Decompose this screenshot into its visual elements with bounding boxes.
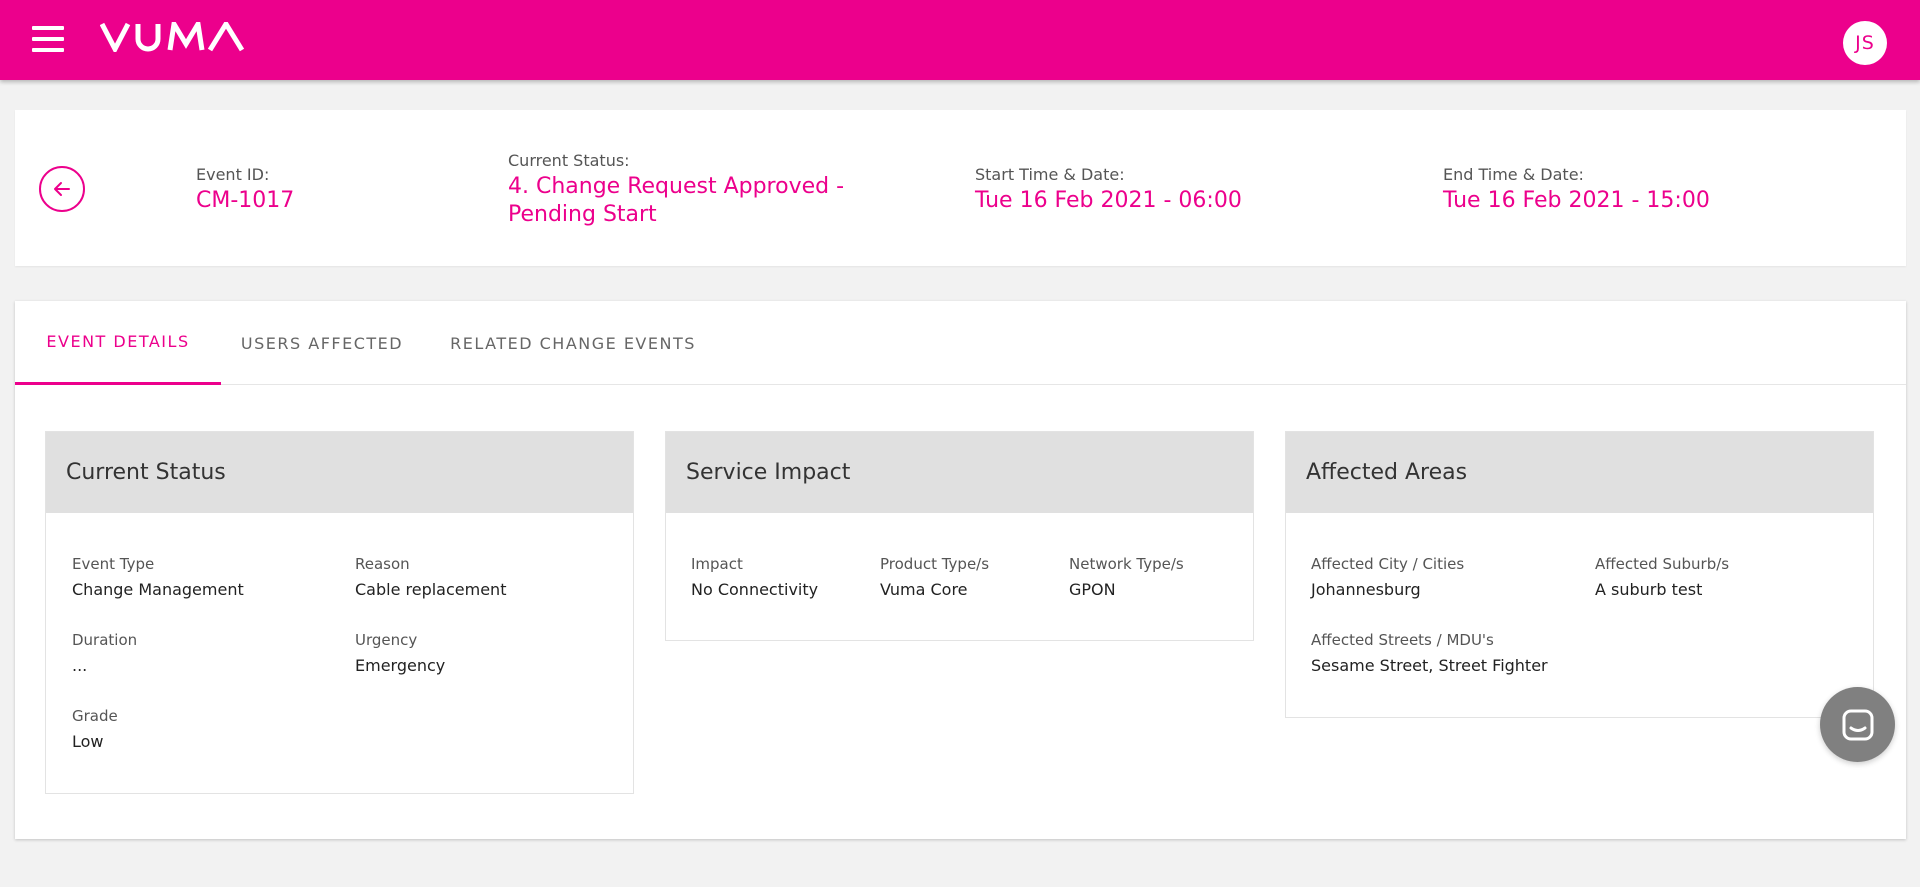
urgency-label: Urgency bbox=[355, 631, 418, 649]
tab-related-change-events[interactable]: RELATED CHANGE EVENTS bbox=[423, 301, 723, 385]
panel-title: Service Impact bbox=[666, 432, 1253, 513]
event-header-card: Event ID: CM-1017 Current Status: 4. Cha… bbox=[15, 110, 1906, 266]
service-impact-panel: Service Impact Impact No Connectivity Pr… bbox=[665, 431, 1254, 641]
grade-field: Grade Low bbox=[72, 706, 118, 753]
affected-streets-label: Affected Streets / MDU's bbox=[1311, 631, 1494, 649]
chat-bubble-icon bbox=[1842, 709, 1873, 740]
duration-field: Duration ... bbox=[72, 630, 137, 677]
affected-suburb-label: Affected Suburb/s bbox=[1595, 555, 1730, 573]
network-type-field: Network Type/s GPON bbox=[1069, 554, 1184, 601]
start-time-value: Tue 16 Feb 2021 - 06:00 bbox=[975, 188, 1242, 213]
product-type-label: Product Type/s bbox=[880, 555, 990, 573]
event-type-label: Event Type bbox=[72, 555, 155, 573]
affected-streets-value: Sesame Street, Street Fighter bbox=[1311, 656, 1548, 675]
urgency-value: Emergency bbox=[355, 656, 446, 675]
product-type-field: Product Type/s Vuma Core bbox=[880, 554, 989, 601]
arrow-left-icon bbox=[54, 182, 70, 196]
grade-value: Low bbox=[72, 732, 104, 751]
impact-value: No Connectivity bbox=[691, 580, 819, 599]
duration-value: ... bbox=[72, 656, 88, 675]
current-status-panel: Current Status Event Type Change Managem… bbox=[45, 431, 634, 794]
affected-streets-field: Affected Streets / MDU's Sesame Street, … bbox=[1311, 630, 1548, 677]
user-avatar[interactable]: JS bbox=[1843, 21, 1887, 65]
tab-users-affected[interactable]: USERS AFFECTED bbox=[221, 301, 423, 385]
tab-bar: EVENT DETAILS USERS AFFECTED RELATED CHA… bbox=[15, 301, 1906, 385]
start-time-field: Start Time & Date: Tue 16 Feb 2021 - 06:… bbox=[975, 165, 1242, 215]
chat-launcher-button[interactable] bbox=[1820, 687, 1895, 762]
event-details-card: EVENT DETAILS USERS AFFECTED RELATED CHA… bbox=[15, 301, 1906, 839]
top-app-bar: JS bbox=[0, 0, 1920, 80]
reason-field: Reason Cable replacement bbox=[355, 554, 506, 601]
network-type-label: Network Type/s bbox=[1069, 555, 1184, 573]
start-time-label: Start Time & Date: bbox=[975, 165, 1125, 184]
impact-label: Impact bbox=[691, 555, 743, 573]
hamburger-menu-icon[interactable] bbox=[30, 24, 66, 56]
end-time-field: End Time & Date: Tue 16 Feb 2021 - 15:00 bbox=[1443, 165, 1710, 215]
tab-event-details[interactable]: EVENT DETAILS bbox=[15, 301, 221, 385]
event-id-value: CM-1017 bbox=[196, 188, 295, 213]
duration-label: Duration bbox=[72, 631, 138, 649]
affected-city-value: Johannesburg bbox=[1311, 580, 1421, 599]
affected-suburb-field: Affected Suburb/s A suburb test bbox=[1595, 554, 1729, 601]
current-status-label: Current Status: bbox=[508, 151, 630, 170]
affected-city-label: Affected City / Cities bbox=[1311, 555, 1465, 573]
event-id-label: Event ID: bbox=[196, 165, 270, 184]
event-id-field: Event ID: CM-1017 bbox=[196, 165, 294, 215]
impact-field: Impact No Connectivity bbox=[691, 554, 818, 601]
event-type-value: Change Management bbox=[72, 580, 244, 599]
current-status-value: 4. Change Request Approved - Pending Sta… bbox=[508, 174, 845, 227]
panel-title: Affected Areas bbox=[1286, 432, 1873, 513]
current-status-field: Current Status: 4. Change Request Approv… bbox=[508, 151, 938, 229]
event-type-field: Event Type Change Management bbox=[72, 554, 244, 601]
end-time-label: End Time & Date: bbox=[1443, 165, 1584, 184]
back-button[interactable] bbox=[39, 166, 85, 212]
urgency-field: Urgency Emergency bbox=[355, 630, 445, 677]
reason-label: Reason bbox=[355, 555, 410, 573]
affected-city-field: Affected City / Cities Johannesburg bbox=[1311, 554, 1464, 601]
panel-title: Current Status bbox=[46, 432, 633, 513]
affected-areas-panel: Affected Areas Affected City / Cities Jo… bbox=[1285, 431, 1874, 718]
reason-value: Cable replacement bbox=[355, 580, 507, 599]
vuma-logo[interactable] bbox=[99, 16, 252, 55]
product-type-value: Vuma Core bbox=[880, 580, 968, 599]
end-time-value: Tue 16 Feb 2021 - 15:00 bbox=[1443, 188, 1710, 213]
network-type-value: GPON bbox=[1069, 580, 1116, 599]
affected-suburb-value: A suburb test bbox=[1595, 580, 1703, 599]
grade-label: Grade bbox=[72, 707, 118, 725]
